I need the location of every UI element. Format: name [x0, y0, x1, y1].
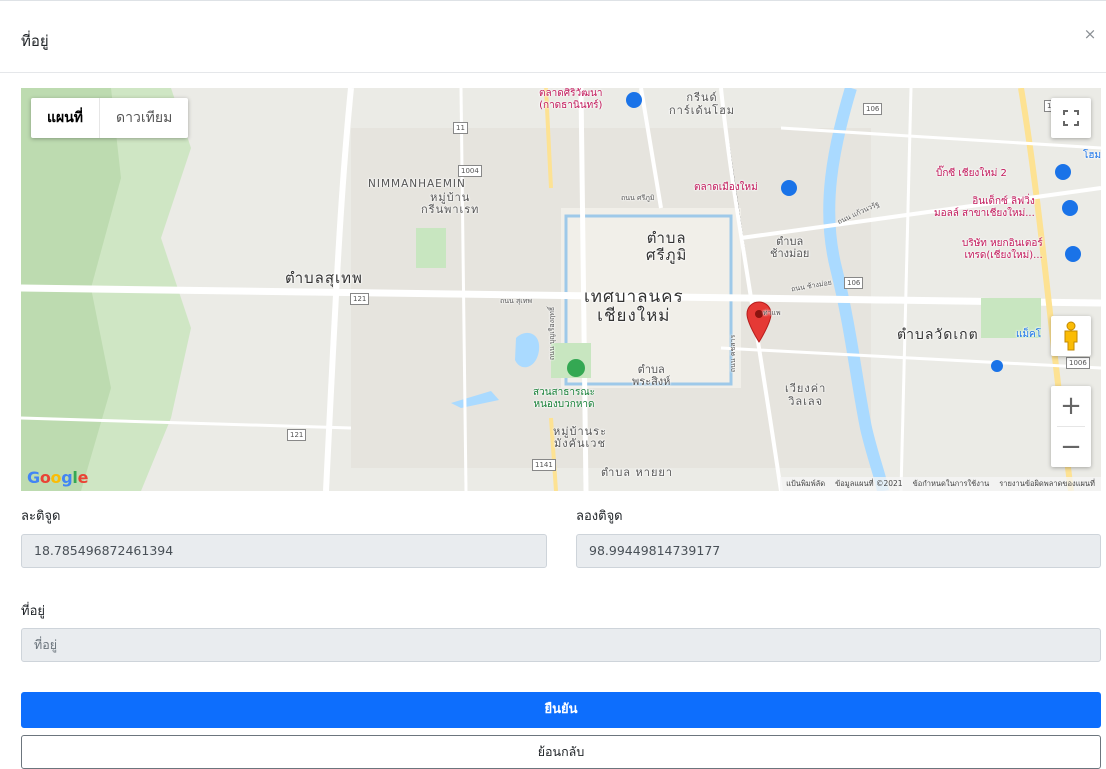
place-label: หมู่บ้าน กรีนพาเรท [421, 191, 480, 216]
modal-header: ที่อยู่ × [0, 1, 1106, 73]
road-shield: 121 [287, 429, 307, 441]
road-shield: 1006 [1066, 357, 1090, 369]
address-label: ที่อยู่ [21, 604, 45, 619]
road-shield: 1004 [458, 165, 482, 177]
place-label: ตลาดศิริวัฒนา (กาดธานินทร์) [539, 88, 603, 111]
road-shield: 106 [863, 103, 883, 115]
road-label: ถนน คชสาร [729, 334, 738, 373]
back-button[interactable]: ย้อนกลับ [21, 735, 1101, 769]
place-label: สวนสาธารณะ หนองบวกหาด [533, 387, 596, 410]
place-label: ตำบล หายยา [601, 466, 674, 479]
place-label: ตำบล พระสิงห์ [632, 363, 671, 388]
place-label: เวียงค่า วิลเลจ [785, 382, 827, 408]
place-label: แม็คโ [1016, 329, 1042, 340]
place-label: กรีนด์ การ์เด้นโฮม [669, 91, 736, 117]
keyboard-shortcuts-link[interactable]: แป้นพิมพ์ลัด [786, 477, 825, 491]
place-label: NIMMANHAEMIN [368, 178, 466, 190]
place-label: ตลาดเมืองใหม่ [694, 182, 758, 193]
road-label: ถนน สุเทพ [500, 297, 532, 305]
zoom-out-icon[interactable]: − [1051, 427, 1091, 467]
road-label: ถนน ศรีภูมิ [621, 194, 655, 202]
road-shield: 121 [350, 293, 370, 305]
place-label: หมู่บ้านระ มังคันเวช [553, 425, 607, 450]
zoom-control: + − [1051, 386, 1091, 467]
place-label: ตำบลวัดเกต [897, 327, 979, 343]
longitude-label: ลองติจูด [576, 509, 623, 524]
place-label: ตำบล ช้างม่อย [770, 235, 810, 260]
google-logo[interactable]: Google [27, 468, 88, 487]
street-view-button[interactable] [1051, 316, 1091, 356]
map-type-control: แผนที่ ดาวเทียม [31, 98, 189, 138]
road-label: ถนน บุญเรืองฤทธิ์ [548, 306, 557, 361]
road-label: ท่าแพ [763, 309, 781, 317]
road-shield: 1141 [532, 459, 556, 471]
address-modal: ที่อยู่ × ตลาดศิริวัฒนา (กาดธานินทร์) กร… [0, 0, 1106, 769]
place-label: เทศบาลนคร เชียงใหม่ [584, 287, 684, 326]
latitude-label: ละติจูด [21, 509, 61, 524]
road-shield: 11 [453, 122, 468, 134]
place-label: บริษัท หยกอินเตอร์ เทรด(เชียงใหม่)... [962, 238, 1043, 261]
place-label: บิ๊กซี เชียงใหม่ 2 [936, 168, 1007, 179]
address-field[interactable]: ที่อยู่ [21, 628, 1101, 662]
longitude-field[interactable]: 98.99449814739177 [576, 534, 1101, 568]
latitude-field[interactable]: 18.785496872461394 [21, 534, 547, 568]
place-label: โฮม [1083, 150, 1101, 161]
place-label: อินเด็กซ์ ลิฟวิ่ง มอลล์ สาขาเชียงใหม่... [934, 196, 1035, 219]
map-type-satellite-button[interactable]: ดาวเทียม [100, 98, 188, 138]
place-label: ตำบล ศรีภูมิ [646, 229, 688, 264]
modal-title: ที่อยู่ [21, 32, 49, 50]
google-map[interactable]: ตลาดศิริวัฒนา (กาดธานินทร์) กรีนด์ การ์เ… [21, 88, 1101, 491]
place-label: ตำบลสุเทพ [285, 269, 363, 287]
terms-link[interactable]: ข้อกำหนดในการใช้งาน [913, 477, 990, 491]
fullscreen-button[interactable] [1051, 98, 1091, 138]
map-attribution: แป้นพิมพ์ลัด ข้อมูลแผนที่ ©2021 ข้อกำหนด… [780, 477, 1101, 491]
pegman-icon [1064, 321, 1078, 351]
confirm-button[interactable]: ยืนยัน [21, 692, 1101, 728]
map-data-text: ข้อมูลแผนที่ ©2021 [835, 479, 903, 488]
report-error-link[interactable]: รายงานข้อผิดพลาดของแผนที่ [999, 477, 1095, 491]
fullscreen-icon [1063, 110, 1079, 126]
zoom-in-icon[interactable]: + [1051, 386, 1091, 426]
close-icon[interactable]: × [1082, 25, 1098, 43]
road-shield: 106 [844, 277, 864, 289]
map-type-roadmap-button[interactable]: แผนที่ [31, 98, 99, 138]
